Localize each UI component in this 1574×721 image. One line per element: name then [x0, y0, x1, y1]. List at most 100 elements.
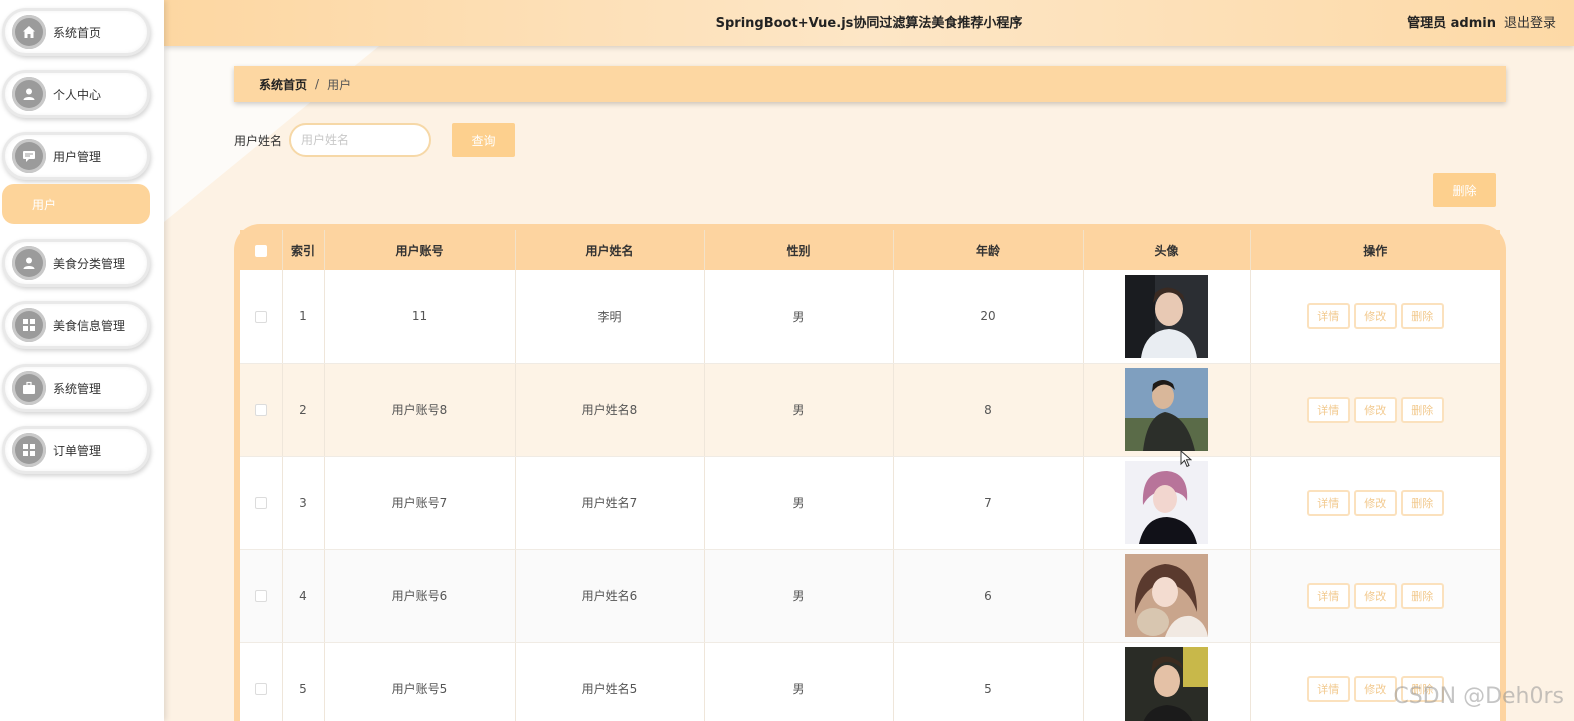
- cell-actions: 详情 修改 删除: [1250, 363, 1500, 457]
- row-select-cell: [240, 363, 283, 457]
- detail-button[interactable]: 详情: [1306, 675, 1350, 702]
- search-label: 用户姓名: [234, 134, 283, 148]
- sidebar-item-label: 美食信息管理: [53, 318, 126, 333]
- table-row: 4 用户账号6 用户姓名6 男 6 详情 修改 删除: [240, 549, 1500, 643]
- column-header-avatar: 头像: [1083, 230, 1251, 270]
- briefcase-icon: [12, 371, 46, 405]
- breadcrumb-separator: /: [315, 77, 320, 91]
- cell-account: 用户账号8: [324, 363, 516, 457]
- logout-link[interactable]: 退出登录: [1504, 12, 1556, 31]
- sidebar-item-personal-center[interactable]: 个人中心: [2, 70, 150, 118]
- cell-name: 用户姓名5: [515, 642, 705, 721]
- cell-gender: 男: [704, 363, 894, 457]
- edit-button[interactable]: 修改: [1353, 303, 1397, 330]
- mouse-cursor-icon: [1180, 450, 1192, 468]
- cell-name: 用户姓名6: [515, 549, 705, 643]
- grid-icon: [12, 433, 46, 467]
- table-row: 5 用户账号5 用户姓名5 男 5 详情 修改 删除: [240, 642, 1500, 721]
- cell-name: 用户姓名7: [515, 456, 705, 550]
- column-header-name: 用户姓名: [515, 230, 705, 270]
- table-row: 1 11 李明 男 20 详情 修改 删除: [240, 270, 1500, 364]
- sidebar-item-food-info[interactable]: 美食信息管理: [2, 301, 150, 349]
- cell-index: 5: [282, 642, 325, 721]
- edit-button[interactable]: 修改: [1353, 489, 1397, 516]
- main-content: 系统首页 / 用户 用户姓名 查询 删除 索引 用户账号 用户姓名 性别 年龄 …: [164, 46, 1574, 721]
- cell-avatar: [1083, 456, 1251, 550]
- column-header-actions: 操作: [1250, 230, 1500, 270]
- app-title: SpringBoot+Vue.js协同过滤算法美食推荐小程序: [715, 15, 1023, 31]
- avatar: [1125, 274, 1208, 358]
- cell-age: 5: [893, 642, 1084, 721]
- sidebar-item-label: 系统管理: [53, 381, 102, 396]
- edit-button[interactable]: 修改: [1353, 396, 1397, 423]
- sidebar-subitem-user[interactable]: 用户: [2, 184, 150, 224]
- table-row: 3 用户账号7 用户姓名7 男 7 详情 修改 删除: [240, 456, 1500, 550]
- user-table-container: 索引 用户账号 用户姓名 性别 年龄 头像 操作 1 11 李明 男 20 详情…: [234, 224, 1506, 721]
- detail-button[interactable]: 详情: [1306, 489, 1350, 516]
- home-icon: [12, 15, 46, 49]
- cell-index: 1: [282, 270, 325, 364]
- grid-icon: [12, 308, 46, 342]
- batch-delete-button[interactable]: 删除: [1433, 173, 1496, 207]
- avatar: [1125, 368, 1208, 451]
- cell-gender: 男: [704, 549, 894, 643]
- cell-actions: 详情 修改 删除: [1250, 456, 1500, 550]
- user-table: 索引 用户账号 用户姓名 性别 年龄 头像 操作 1 11 李明 男 20 详情…: [240, 230, 1500, 721]
- cell-gender: 男: [704, 456, 894, 550]
- delete-button[interactable]: 删除: [1400, 489, 1444, 516]
- cell-gender: 男: [704, 270, 894, 364]
- cell-avatar: [1083, 363, 1251, 457]
- detail-button[interactable]: 详情: [1306, 303, 1350, 330]
- cell-avatar: [1083, 549, 1251, 643]
- cell-avatar: [1083, 270, 1251, 364]
- detail-button[interactable]: 详情: [1306, 396, 1350, 423]
- cell-account: 11: [324, 270, 516, 364]
- column-header-age: 年龄: [893, 230, 1084, 270]
- sidebar-item-label: 订单管理: [53, 443, 102, 458]
- sidebar-item-system[interactable]: 系统管理: [2, 364, 150, 412]
- chat-icon: [12, 139, 46, 173]
- cell-index: 4: [282, 549, 325, 643]
- cell-age: 6: [893, 549, 1084, 643]
- edit-button[interactable]: 修改: [1353, 582, 1397, 609]
- sidebar-item-label: 美食分类管理: [53, 256, 126, 271]
- edit-button[interactable]: 修改: [1353, 675, 1397, 702]
- person-icon: [12, 246, 46, 280]
- row-checkbox[interactable]: [254, 683, 267, 695]
- cell-account: 用户账号7: [324, 456, 516, 550]
- cell-age: 7: [893, 456, 1084, 550]
- cell-index: 3: [282, 456, 325, 550]
- column-header-gender: 性别: [704, 230, 894, 270]
- breadcrumb-home[interactable]: 系统首页: [259, 76, 307, 93]
- detail-button[interactable]: 详情: [1306, 582, 1350, 609]
- delete-button[interactable]: 删除: [1400, 396, 1444, 423]
- sidebar-item-orders[interactable]: 订单管理: [2, 426, 150, 474]
- sidebar-item-label: 系统首页: [53, 25, 102, 40]
- select-all-checkbox[interactable]: [254, 244, 267, 257]
- sidebar-item-user-management[interactable]: 用户管理: [2, 132, 150, 180]
- cell-actions: 详情 修改 删除: [1250, 549, 1500, 643]
- sidebar-item-label: 个人中心: [53, 87, 102, 102]
- sidebar-item-food-category[interactable]: 美食分类管理: [2, 239, 150, 287]
- avatar: [1125, 554, 1208, 637]
- avatar: [1125, 647, 1208, 721]
- row-select-cell: [240, 549, 283, 643]
- row-checkbox[interactable]: [254, 404, 267, 416]
- watermark: CSDN @Deh0rs: [1393, 684, 1564, 709]
- row-checkbox[interactable]: [254, 590, 267, 602]
- row-checkbox[interactable]: [254, 310, 267, 323]
- cell-index: 2: [282, 363, 325, 457]
- row-select-cell: [240, 270, 283, 364]
- select-all-cell: [240, 230, 283, 270]
- delete-button[interactable]: 删除: [1400, 303, 1444, 330]
- row-checkbox[interactable]: [254, 497, 267, 509]
- sidebar-item-home[interactable]: 系统首页: [2, 8, 150, 56]
- cell-actions: 详情 修改 删除: [1250, 642, 1500, 721]
- search-input[interactable]: [289, 123, 431, 157]
- table-row: 2 用户账号8 用户姓名8 男 8 详情 修改 删除: [240, 363, 1500, 457]
- column-header-account: 用户账号: [324, 230, 516, 270]
- delete-button[interactable]: 删除: [1400, 582, 1444, 609]
- search-button[interactable]: 查询: [452, 123, 515, 157]
- row-select-cell: [240, 642, 283, 721]
- column-header-index: 索引: [282, 230, 325, 270]
